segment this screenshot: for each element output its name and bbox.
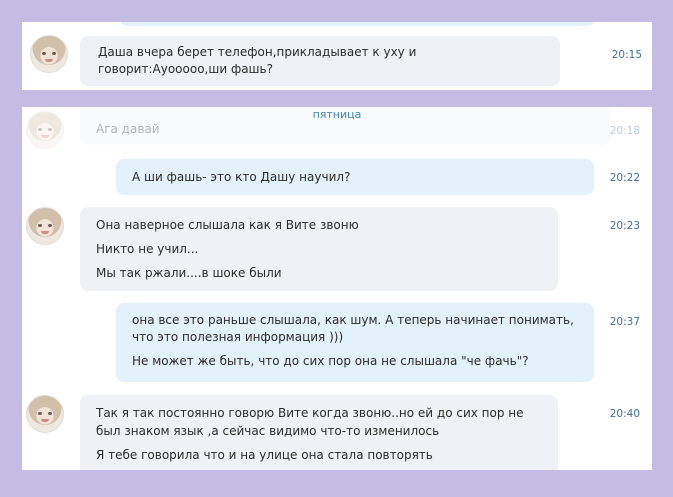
- message-timestamp: 20:22: [609, 172, 640, 184]
- message-line: она все это раньше слышала, как шум. А т…: [132, 313, 574, 327]
- message-line: А ши фашь- это кто Дашу научил?: [132, 170, 351, 184]
- previous-message-bubble-edge: [120, 22, 595, 26]
- message-timestamp: 20:15: [611, 49, 642, 61]
- message-bubble-incoming[interactable]: Даша вчера берет телефон,прикладывает к …: [80, 36, 560, 86]
- message-timestamp: 20:18: [609, 125, 640, 137]
- contact-avatar[interactable]: [26, 207, 64, 245]
- message-text: Ага давай: [96, 122, 160, 136]
- message-timestamp: 20:23: [609, 220, 640, 232]
- contact-avatar[interactable]: [30, 35, 68, 73]
- message-bubble-incoming[interactable]: Она наверное слышала как я Вите звоню Ни…: [80, 207, 558, 291]
- message-line: Мы так ржали....в шоке были: [96, 266, 282, 280]
- message-line: что это полезная информация ))): [132, 330, 344, 344]
- message-line: Я тебе говорила что и на улице она стала…: [96, 448, 433, 462]
- message-bubble-incoming[interactable]: Так я так постоянно говорю Вите когда зв…: [80, 395, 558, 470]
- chat-panel-top: Даша вчера берет телефон,прикладывает к …: [22, 22, 652, 90]
- message-line: Она наверное слышала как я Вите звоню: [96, 218, 359, 232]
- message-timestamp: 20:40: [609, 408, 640, 420]
- message-line: был знаком язык ,а сейчас видимо что-то …: [96, 424, 440, 438]
- message-line: Не может же быть, что до сих пор она не …: [132, 354, 529, 368]
- message-timestamp: 20:37: [609, 316, 640, 328]
- message-line: Никто не учил...: [96, 242, 199, 256]
- message-line: Даша вчера берет телефон,прикладывает к …: [98, 45, 417, 59]
- contact-avatar[interactable]: [26, 395, 64, 433]
- chat-panel-main: пятница Ага давай 20:18 А ши фашь- это к…: [22, 107, 652, 470]
- message-line: говорит:Ауооооо,ши фашь?: [98, 62, 273, 76]
- day-divider: пятница: [312, 108, 362, 121]
- message-bubble-outgoing[interactable]: она все это раньше слышала, как шум. А т…: [116, 303, 594, 382]
- message-bubble-outgoing[interactable]: А ши фашь- это кто Дашу научил?: [116, 159, 594, 195]
- message-line: Так я так постоянно говорю Вите когда зв…: [96, 406, 524, 420]
